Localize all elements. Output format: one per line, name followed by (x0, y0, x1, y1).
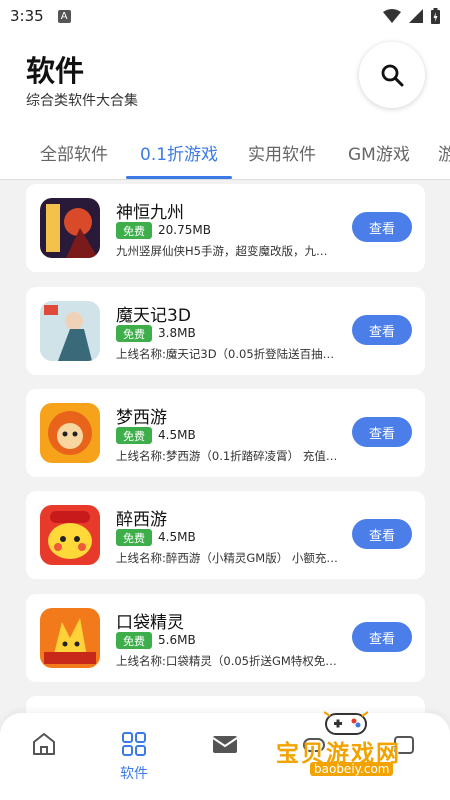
app-card[interactable]: 口袋精灵 免费 5.6MB 上线名称:口袋精灵（0.05折送GM特权免… 查看 (26, 594, 425, 682)
tab-all-software[interactable]: 全部软件 (40, 140, 108, 165)
free-badge: 免费 (116, 632, 152, 649)
app-description: 上线名称:醉西游（小精灵GM版） 小额充… (116, 551, 338, 565)
nav-messages[interactable] (195, 731, 255, 757)
app-description: 上线名称:口袋精灵（0.05折送GM特权免… (116, 654, 337, 668)
free-badge: 免费 (116, 427, 152, 444)
app-description: 上线名称:魔天记3D（0.05折登陆送百抽… (116, 347, 335, 361)
app-card[interactable]: 魔天记3D 免费 3.8MB 上线名称:魔天记3D（0.05折登陆送百抽… 查看 (26, 287, 425, 375)
app-icon (40, 301, 100, 361)
app-card[interactable]: 醉西游 免费 4.5MB 上线名称:醉西游（小精灵GM版） 小额充… 查看 (26, 491, 425, 579)
view-button[interactable]: 查看 (352, 519, 412, 549)
app-description: 上线名称:梦西游（0.1折踏碎凌霄） 充值… (116, 449, 338, 463)
home-icon (33, 733, 55, 755)
free-badge: 免费 (116, 529, 152, 546)
app-list: 神恒九州 免费 20.75MB 九州竖屏仙侠H5手游，超变魔改版，九… 查看 魔… (0, 180, 450, 720)
app-card[interactable]: 神恒九州 免费 20.75MB 九州竖屏仙侠H5手游，超变魔改版，九… 查看 (26, 184, 425, 272)
search-icon (381, 64, 404, 87)
app-size: 5.6MB (158, 633, 196, 647)
app-name: 神恒九州 (116, 203, 184, 223)
app-icon (40, 198, 100, 258)
view-button[interactable]: 查看 (352, 315, 412, 345)
tab-more-games[interactable]: 游 (438, 140, 450, 165)
tab-discount-games[interactable]: 0.1折游戏 (140, 140, 218, 165)
nav-software[interactable]: 软件 (104, 731, 164, 783)
watermark-logo: 宝贝游戏网 baobeiy.com (272, 708, 424, 778)
grid-icon (122, 732, 146, 756)
tab-utility-software[interactable]: 实用软件 (248, 140, 316, 165)
app-name: 口袋精灵 (116, 613, 184, 633)
watermark-url: baobeiy.com (310, 762, 394, 776)
app-name: 魔天记3D (116, 306, 191, 326)
tab-gm-games[interactable]: GM游戏 (348, 140, 410, 165)
page-title: 软件 (26, 54, 85, 88)
nav-home[interactable] (14, 731, 74, 757)
active-tab-indicator (126, 176, 232, 179)
status-indicators (383, 8, 440, 24)
app-card[interactable]: 梦西游 免费 4.5MB 上线名称:梦西游（0.1折踏碎凌霄） 充值… 查看 (26, 389, 425, 477)
status-time: 3:35 (10, 7, 44, 25)
app-icon (40, 608, 100, 668)
free-badge: 免费 (116, 325, 152, 342)
notification-icon: A (57, 9, 71, 23)
search-button[interactable] (359, 42, 425, 108)
wifi-icon (383, 9, 401, 23)
app-size: 20.75MB (158, 223, 211, 237)
page-subtitle: 综合类软件大合集 (26, 93, 138, 109)
app-size: 3.8MB (158, 326, 196, 340)
app-name: 醉西游 (116, 510, 167, 530)
app-size: 4.5MB (158, 530, 196, 544)
view-button[interactable]: 查看 (352, 417, 412, 447)
app-icon (40, 505, 100, 565)
nav-software-label: 软件 (120, 766, 148, 782)
app-description: 九州竖屏仙侠H5手游，超变魔改版，九… (116, 244, 328, 258)
view-button[interactable]: 查看 (352, 212, 412, 242)
battery-icon (431, 8, 440, 24)
app-size: 4.5MB (158, 428, 196, 442)
free-badge: 免费 (116, 222, 152, 239)
page-header: 软件 综合类软件大合集 (0, 32, 450, 127)
category-tabs: 全部软件 0.1折游戏 实用软件 GM游戏 游 (0, 127, 450, 180)
app-name: 梦西游 (116, 408, 167, 428)
status-bar: 3:35 A (0, 0, 450, 32)
signal-icon (409, 9, 423, 23)
view-button[interactable]: 查看 (352, 622, 412, 652)
app-icon (40, 403, 100, 463)
mail-icon (212, 736, 238, 753)
gamepad-logo-icon (324, 711, 368, 735)
